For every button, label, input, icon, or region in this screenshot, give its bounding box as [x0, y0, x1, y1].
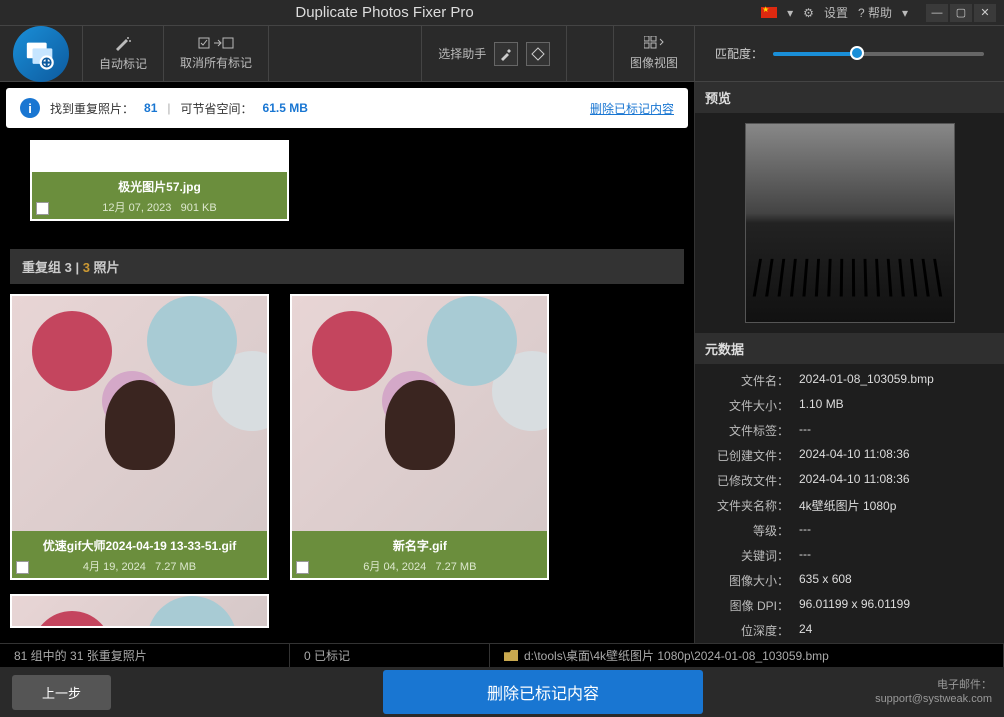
meta-filesize: 1.10 MB [799, 397, 994, 414]
delete-marked-link[interactable]: 删除已标记内容 [590, 100, 674, 117]
settings-gear-icon[interactable]: ⚙ [803, 6, 814, 20]
photo-checkbox[interactable] [296, 561, 309, 574]
photo-thumbnail [292, 296, 547, 531]
meta-dimensions: 635 x 608 [799, 572, 994, 589]
select-assist-group: 选择助手 [421, 26, 566, 81]
found-count: 81 [144, 101, 157, 115]
results-scroll-area[interactable]: 极光图片57.jpg 12月 07, 2023 901 KB 重复组 3 | 3… [0, 134, 694, 643]
tools-icon [499, 47, 513, 61]
wand-icon [114, 35, 132, 51]
auto-mark-button[interactable]: 自动标记 [82, 26, 163, 81]
diamond-icon [531, 47, 545, 61]
photo-card[interactable] [10, 594, 269, 628]
language-flag-icon[interactable] [761, 7, 777, 18]
minimize-button[interactable]: — [926, 4, 948, 22]
support-email: 电子邮件： support@systweak.com [875, 678, 992, 707]
language-dropdown-icon[interactable]: ▾ [787, 6, 793, 20]
photo-filename: 极光图片57.jpg [36, 178, 283, 195]
savings-label: 可节省空间： [181, 100, 253, 117]
footer: 上一步 删除已标记内容 电子邮件： support@systweak.com [0, 667, 1004, 717]
image-view-button[interactable]: 图像视图 [613, 26, 694, 81]
metadata-header: 元数据 [695, 333, 1004, 364]
unmark-icon [198, 36, 234, 50]
match-level-label: 匹配度： [715, 45, 763, 62]
sidebar: 预览 元数据 文件名：2024-01-08_103059.bmp 文件大小：1.… [694, 82, 1004, 643]
status-marked: 0 已标记 [290, 644, 490, 667]
close-button[interactable]: ✕ [974, 4, 996, 22]
photo-checkbox[interactable] [36, 202, 49, 215]
folder-icon [504, 650, 518, 661]
assist-tool2-button[interactable] [526, 42, 550, 66]
meta-folder: 4k壁纸图片 1080p [799, 497, 994, 514]
grid-icon [644, 36, 664, 50]
meta-filetag: --- [799, 422, 994, 439]
photo-card[interactable]: 极光图片57.jpg 12月 07, 2023 901 KB [30, 140, 289, 221]
help-dropdown-icon[interactable]: ▾ [902, 6, 908, 20]
preview-image [745, 123, 955, 323]
meta-keywords: --- [799, 547, 994, 564]
group-header: 重复组 3 | 3 照片 [10, 249, 684, 284]
photo-thumbnail [12, 296, 267, 531]
back-button[interactable]: 上一步 [12, 675, 111, 710]
select-assist-label: 选择助手 [438, 45, 486, 62]
photo-thumbnail [12, 596, 267, 626]
app-title: Duplicate Photos Fixer Pro [8, 4, 761, 21]
match-level-control: 匹配度： [694, 26, 1004, 81]
slider-thumb[interactable] [850, 46, 864, 60]
maximize-button[interactable]: ▢ [950, 4, 972, 22]
savings-value: 61.5 MB [263, 101, 308, 115]
status-bar: 81 组中的 31 张重复照片 0 已标记 d:\tools\桌面\4k壁纸图片… [0, 643, 1004, 667]
info-icon: i [20, 98, 40, 118]
meta-filename: 2024-01-08_103059.bmp [799, 372, 994, 389]
logo-icon [24, 37, 58, 71]
status-path-cell: d:\tools\桌面\4k壁纸图片 1080p\2024-01-08_1030… [490, 644, 1004, 667]
help-link[interactable]: ? 帮助 [858, 4, 892, 21]
meta-dpi: 96.01199 x 96.01199 [799, 597, 994, 614]
match-level-slider[interactable] [773, 52, 984, 56]
info-bar: i 找到重复照片： 81 | 可节省空间： 61.5 MB 删除已标记内容 [6, 88, 688, 128]
photo-card[interactable]: 优速gif大师2024-04-19 13-33-51.gif 4月 19, 20… [10, 294, 269, 580]
status-summary: 81 组中的 31 张重复照片 [0, 644, 290, 667]
unmark-all-button[interactable]: 取消所有标记 [163, 26, 268, 81]
settings-label[interactable]: 设置 [824, 4, 848, 21]
meta-bitdepth: 24 [799, 622, 994, 639]
status-path: d:\tools\桌面\4k壁纸图片 1080p\2024-01-08_1030… [524, 647, 829, 664]
assist-tool1-button[interactable] [494, 42, 518, 66]
delete-marked-button[interactable]: 删除已标记内容 [383, 670, 703, 714]
found-label: 找到重复照片： [50, 100, 134, 117]
meta-rating: --- [799, 522, 994, 539]
toolbar: 自动标记 取消所有标记 选择助手 图像视图 匹配度： [0, 26, 1004, 82]
preview-header: 预览 [695, 82, 1004, 113]
titlebar: Duplicate Photos Fixer Pro ▾ ⚙ 设置 ? 帮助 ▾… [0, 0, 1004, 26]
photo-filename: 新名字.gif [296, 537, 543, 554]
meta-modified: 2024-04-10 11:08:36 [799, 472, 994, 489]
photo-checkbox[interactable] [16, 561, 29, 574]
photo-filename: 优速gif大师2024-04-19 13-33-51.gif [16, 537, 263, 554]
photo-card[interactable]: 新名字.gif 6月 04, 2024 7.27 MB [290, 294, 549, 580]
metadata-list: 文件名：2024-01-08_103059.bmp 文件大小：1.10 MB 文… [695, 364, 1004, 643]
app-logo [0, 26, 82, 81]
meta-created: 2024-04-10 11:08:36 [799, 447, 994, 464]
